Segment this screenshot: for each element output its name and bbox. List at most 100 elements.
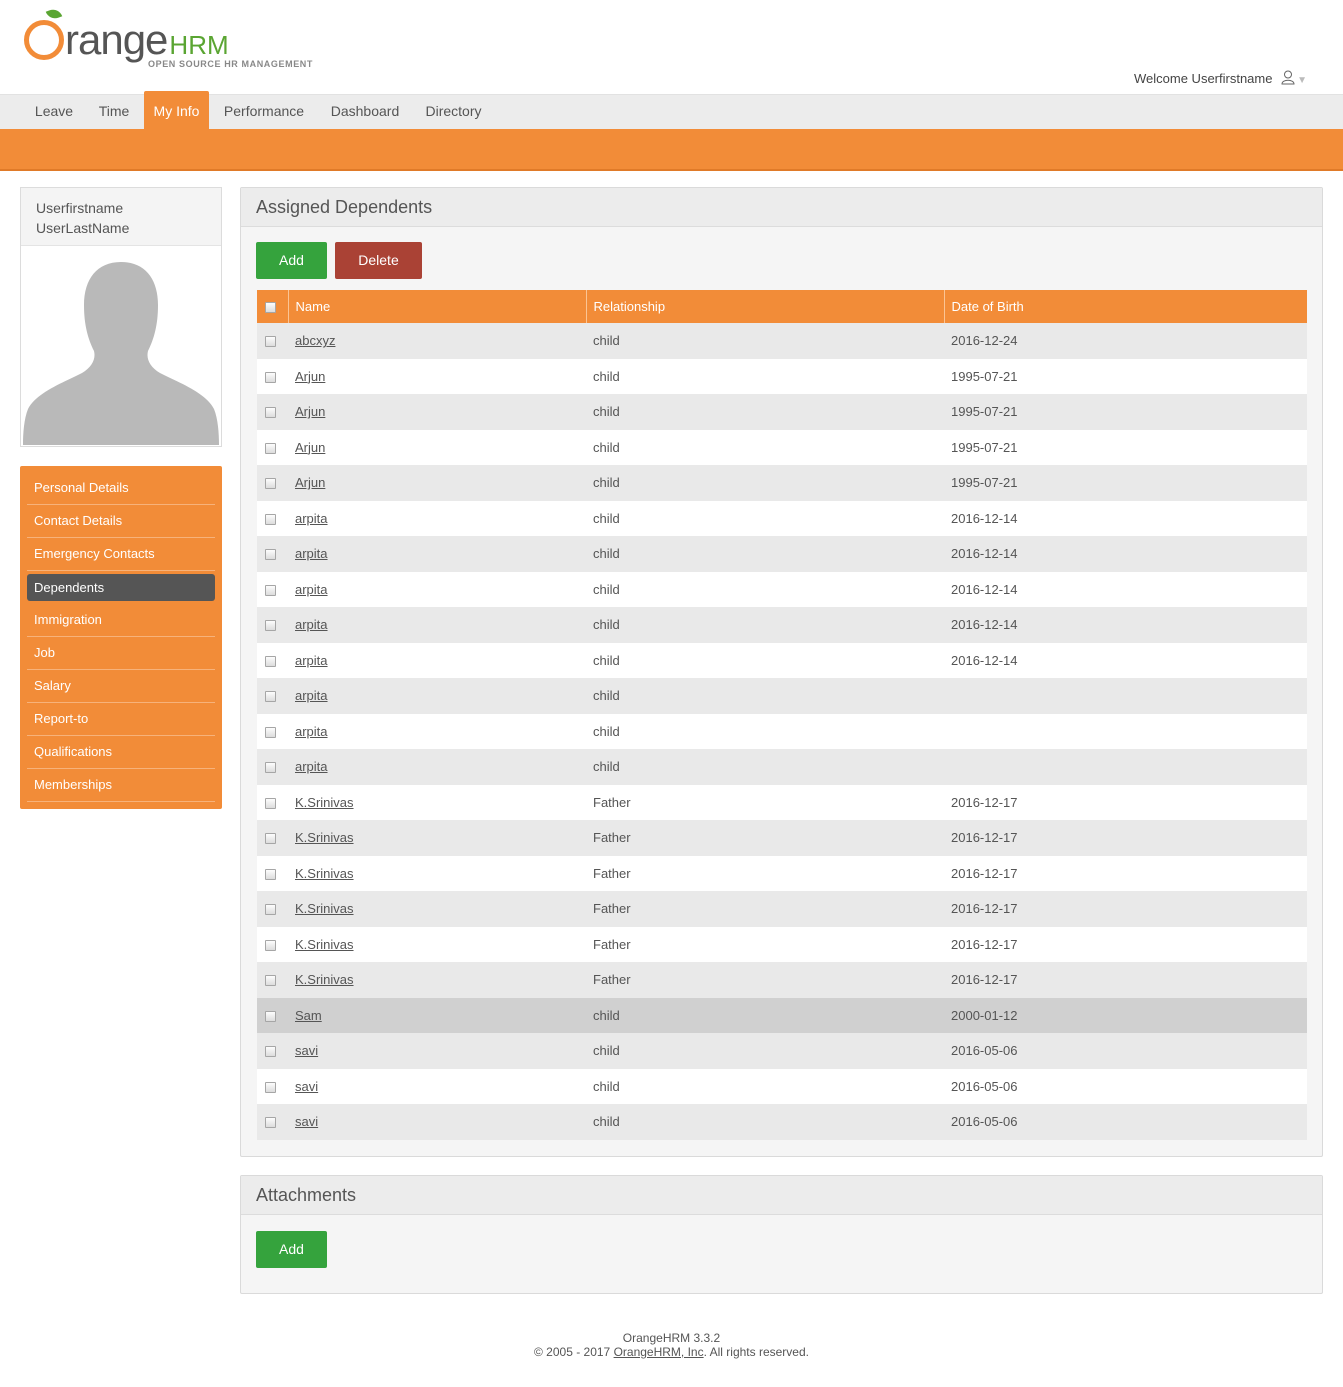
dependent-name-link[interactable]: savi: [295, 1043, 318, 1058]
dependent-name-link[interactable]: savi: [295, 1079, 318, 1094]
dependent-name-link[interactable]: arpita: [295, 582, 328, 597]
dependent-name-link[interactable]: Arjun: [295, 404, 325, 419]
dependent-name-link[interactable]: K.Srinivas: [295, 972, 354, 987]
table-row[interactable]: K.Srinivas Father 2016-12-17: [257, 820, 1307, 856]
row-checkbox[interactable]: [265, 478, 276, 490]
table-row[interactable]: arpita child 2016-12-14: [257, 571, 1307, 607]
dependent-name-link[interactable]: Arjun: [295, 369, 325, 384]
row-checkbox[interactable]: [265, 691, 276, 703]
table-row[interactable]: Arjun child 1995-07-21: [257, 358, 1307, 394]
dependent-name-link[interactable]: K.Srinivas: [295, 901, 354, 916]
nav-dashboard[interactable]: Dashboard: [322, 95, 408, 130]
row-checkbox[interactable]: [265, 371, 276, 383]
dependent-name-link[interactable]: arpita: [295, 653, 328, 668]
dependent-name-link[interactable]: arpita: [295, 759, 328, 774]
row-checkbox[interactable]: [265, 1010, 276, 1022]
table-row[interactable]: arpita child: [257, 749, 1307, 785]
dependent-name-link[interactable]: K.Srinivas: [295, 866, 354, 881]
row-checkbox[interactable]: [265, 868, 276, 880]
dependent-name-link[interactable]: arpita: [295, 688, 328, 703]
dependent-name-link[interactable]: abcxyz: [295, 333, 335, 348]
dependent-name-link[interactable]: arpita: [295, 511, 328, 526]
table-row[interactable]: K.Srinivas Father 2016-12-17: [257, 891, 1307, 927]
row-checkbox[interactable]: [265, 1081, 276, 1093]
cell-date-of-birth: 1995-07-21: [944, 429, 1307, 465]
row-checkbox[interactable]: [265, 797, 276, 809]
dependent-name-link[interactable]: K.Srinivas: [295, 795, 354, 810]
side-item-dependents[interactable]: Dependents: [27, 574, 215, 601]
row-checkbox[interactable]: [265, 620, 276, 632]
side-item-memberships[interactable]: Memberships: [27, 769, 215, 802]
company-link[interactable]: OrangeHRM, Inc: [614, 1345, 704, 1359]
side-item-qualifications[interactable]: Qualifications: [27, 736, 215, 769]
add-attachment-button[interactable]: Add: [256, 1231, 327, 1268]
nav-time[interactable]: Time: [90, 95, 138, 130]
column-header-dob[interactable]: Date of Birth: [944, 290, 1307, 323]
dependent-name-link[interactable]: Arjun: [295, 475, 325, 490]
orangehrm-logo[interactable]: rangeHRM OPEN SOURCE HR MANAGEMENT: [24, 6, 314, 74]
table-row[interactable]: Arjun child 1995-07-21: [257, 465, 1307, 501]
column-header-relationship[interactable]: Relationship: [586, 290, 945, 323]
table-row[interactable]: K.Srinivas Father 2016-12-17: [257, 962, 1307, 998]
row-checkbox[interactable]: [265, 584, 276, 596]
table-row[interactable]: arpita child 2016-12-14: [257, 642, 1307, 678]
table-row[interactable]: Arjun child 1995-07-21: [257, 394, 1307, 430]
row-checkbox[interactable]: [265, 726, 276, 738]
dependent-name-link[interactable]: arpita: [295, 546, 328, 561]
side-item-immigration[interactable]: Immigration: [27, 604, 215, 637]
row-checkbox[interactable]: [265, 762, 276, 774]
dependent-name-link[interactable]: K.Srinivas: [295, 830, 354, 845]
table-row[interactable]: arpita child: [257, 713, 1307, 749]
nav-my-info[interactable]: My Info: [144, 91, 209, 130]
delete-dependent-button[interactable]: Delete: [335, 242, 422, 279]
table-row[interactable]: savi child 2016-05-06: [257, 1104, 1307, 1140]
side-item-personal-details[interactable]: Personal Details: [27, 472, 215, 505]
attachments-title: Attachments: [241, 1176, 1322, 1215]
nav-leave[interactable]: Leave: [24, 95, 84, 130]
row-checkbox[interactable]: [265, 1117, 276, 1129]
add-dependent-button[interactable]: Add: [256, 242, 327, 279]
profile-photo[interactable]: [22, 247, 220, 445]
side-item-job[interactable]: Job: [27, 637, 215, 670]
row-checkbox[interactable]: [265, 975, 276, 987]
row-checkbox[interactable]: [265, 549, 276, 561]
row-select-cell: [257, 571, 288, 607]
cell-relationship: child: [586, 749, 944, 785]
select-all-checkbox[interactable]: [265, 302, 276, 314]
table-row[interactable]: K.Srinivas Father 2016-12-17: [257, 784, 1307, 820]
dependent-name-link[interactable]: arpita: [295, 724, 328, 739]
row-checkbox[interactable]: [265, 336, 276, 348]
row-checkbox[interactable]: [265, 833, 276, 845]
table-row[interactable]: arpita child 2016-12-14: [257, 607, 1307, 643]
dependent-name-link[interactable]: arpita: [295, 617, 328, 632]
column-header-name[interactable]: Name: [288, 290, 587, 323]
nav-performance[interactable]: Performance: [216, 95, 312, 130]
row-checkbox[interactable]: [265, 442, 276, 454]
table-row[interactable]: Sam child 2000-01-12: [257, 997, 1307, 1033]
row-checkbox[interactable]: [265, 939, 276, 951]
side-item-emergency-contacts[interactable]: Emergency Contacts: [27, 538, 215, 571]
table-row[interactable]: savi child 2016-05-06: [257, 1033, 1307, 1069]
dependent-name-link[interactable]: Sam: [295, 1008, 322, 1023]
side-item-contact-details[interactable]: Contact Details: [27, 505, 215, 538]
row-checkbox[interactable]: [265, 407, 276, 419]
table-row[interactable]: K.Srinivas Father 2016-12-17: [257, 855, 1307, 891]
dependent-name-link[interactable]: K.Srinivas: [295, 937, 354, 952]
row-checkbox[interactable]: [265, 904, 276, 916]
table-row[interactable]: abcxyz child 2016-12-24: [257, 323, 1307, 359]
side-item-salary[interactable]: Salary: [27, 670, 215, 703]
table-row[interactable]: savi child 2016-05-06: [257, 1068, 1307, 1104]
dependent-name-link[interactable]: savi: [295, 1114, 318, 1129]
table-row[interactable]: arpita child 2016-12-14: [257, 536, 1307, 572]
row-checkbox[interactable]: [265, 1046, 276, 1058]
row-checkbox[interactable]: [265, 513, 276, 525]
table-row[interactable]: Arjun child 1995-07-21: [257, 429, 1307, 465]
nav-directory[interactable]: Directory: [418, 95, 489, 130]
dependent-name-link[interactable]: Arjun: [295, 440, 325, 455]
table-row[interactable]: arpita child 2016-12-14: [257, 500, 1307, 536]
table-row[interactable]: arpita child: [257, 678, 1307, 714]
table-row[interactable]: K.Srinivas Father 2016-12-17: [257, 926, 1307, 962]
welcome-menu[interactable]: Welcome Userfirstname ▼: [1134, 70, 1307, 86]
side-item-report-to[interactable]: Report-to: [27, 703, 215, 736]
row-checkbox[interactable]: [265, 655, 276, 667]
